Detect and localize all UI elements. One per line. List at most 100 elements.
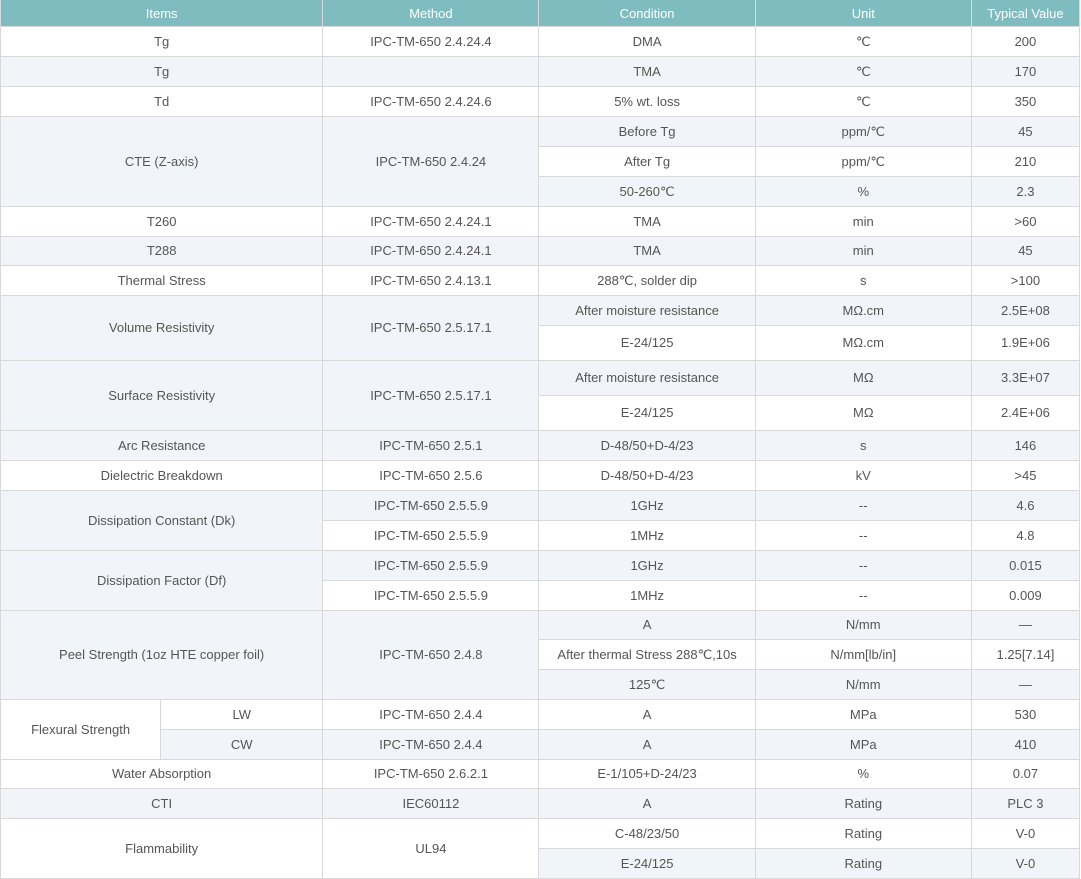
unit-cell: Rating: [754, 848, 972, 879]
unit-cell: --: [754, 580, 972, 611]
method-cell: IPC-TM-650 2.4.24.1: [322, 206, 540, 237]
item-cell: Dissipation Factor (Df): [0, 550, 324, 611]
table-row: Volume Resistivity IPC-TM-650 2.5.17.1 A…: [0, 295, 1081, 361]
unit-cell: N/mm: [754, 610, 972, 640]
unit-cell: ℃: [754, 56, 972, 87]
item-cell: Surface Resistivity: [0, 360, 324, 431]
table-row: T288 IPC-TM-650 2.4.24.1 TMA min 45: [0, 236, 1081, 266]
condition-cell: 5% wt. loss: [538, 86, 756, 117]
unit-cell: kV: [754, 460, 972, 491]
condition-cell: After thermal Stress 288℃,10s: [538, 639, 756, 670]
header-items: Items: [0, 0, 324, 27]
value-cell: 210: [970, 146, 1081, 177]
value-cell: 146: [970, 430, 1081, 461]
method-cell: IPC-TM-650 2.5.1: [322, 430, 540, 461]
value-cell: —: [970, 669, 1081, 700]
value-cell: 2.5E+08: [970, 295, 1081, 326]
value-cell: V-0: [970, 818, 1081, 849]
condition-cell: TMA: [538, 206, 756, 237]
unit-cell: Rating: [754, 818, 972, 849]
condition-cell: Before Tg: [538, 116, 756, 147]
item-cell: Dissipation Constant (Dk): [0, 490, 324, 551]
item-cell: Thermal Stress: [0, 265, 324, 296]
unit-cell: %: [754, 759, 972, 789]
condition-cell: 1GHz: [538, 550, 756, 581]
header-typical-value: Typical Value: [970, 0, 1081, 27]
method-cell: IPC-TM-650 2.5.5.9: [322, 580, 540, 611]
table-row: Tg IPC-TM-650 2.4.24.4 DMA ℃ 200: [0, 26, 1081, 57]
method-cell: IPC-TM-650 2.4.24.1: [322, 236, 540, 266]
table-row: Peel Strength (1oz HTE copper foil) IPC-…: [0, 610, 1081, 700]
unit-cell: min: [754, 236, 972, 266]
method-cell: IPC-TM-650 2.5.17.1: [322, 360, 540, 431]
method-cell: IPC-TM-650 2.5.5.9: [322, 550, 540, 581]
direction-cell: CW: [160, 729, 324, 760]
table-row: Arc Resistance IPC-TM-650 2.5.1 D-48/50+…: [0, 430, 1081, 461]
item-cell: Tg: [0, 56, 324, 87]
header-unit: Unit: [754, 0, 972, 27]
unit-cell: s: [754, 430, 972, 461]
item-cell: T260: [0, 206, 324, 237]
method-cell: IPC-TM-650 2.5.17.1: [322, 295, 540, 361]
table-row: CW IPC-TM-650 2.4.4 A MPa 410: [1, 729, 1081, 760]
value-cell: 1.25[7.14]: [970, 639, 1081, 670]
value-cell: 45: [970, 236, 1081, 266]
table-row: Flammability UL94 C-48/23/50 Rating V-0: [0, 818, 1081, 879]
method-cell: IPC-TM-650 2.4.8: [322, 610, 540, 700]
condition-cell: 50-260℃: [538, 176, 756, 207]
condition-cell: A: [538, 610, 756, 640]
value-cell: >60: [970, 206, 1081, 237]
table-row: CTE (Z-axis) IPC-TM-650 2.4.24 Before Tg…: [0, 116, 1081, 207]
properties-table: Items Method Condition Unit Typical Valu…: [0, 0, 1081, 879]
table-row: CTI IEC60112 A Rating PLC 3: [0, 788, 1081, 819]
unit-cell: min: [754, 206, 972, 237]
item-cell: T288: [0, 236, 324, 266]
method-cell: IPC-TM-650 2.4.13.1: [322, 265, 540, 296]
item-cell: Water Absorption: [0, 759, 324, 789]
table-row: Dissipation Factor (Df) IPC-TM-650 2.5.5…: [0, 550, 1081, 611]
unit-cell: ℃: [754, 86, 972, 117]
condition-cell: 125℃: [538, 669, 756, 700]
value-cell: 0.015: [970, 550, 1081, 581]
value-cell: 0.009: [970, 580, 1081, 611]
table-row: T260 IPC-TM-650 2.4.24.1 TMA min >60: [0, 206, 1081, 237]
condition-cell: 288℃, solder dip: [538, 265, 756, 296]
header-condition: Condition: [538, 0, 756, 27]
item-cell: Peel Strength (1oz HTE copper foil): [0, 610, 324, 700]
unit-cell: MPa: [754, 729, 972, 760]
condition-cell: D-48/50+D-4/23: [538, 430, 756, 461]
unit-cell: ℃: [754, 26, 972, 57]
value-cell: 4.6: [970, 490, 1081, 521]
value-cell: 170: [970, 56, 1081, 87]
unit-cell: --: [754, 520, 972, 551]
condition-cell: A: [538, 699, 756, 730]
condition-cell: After Tg: [538, 146, 756, 177]
method-cell: IPC-TM-650 2.5.6: [322, 460, 540, 491]
item-cell: CTE (Z-axis): [0, 116, 324, 207]
method-cell: IPC-TM-650 2.6.2.1: [322, 759, 540, 789]
table-row: Dissipation Constant (Dk) IPC-TM-650 2.5…: [0, 490, 1081, 551]
condition-cell: After moisture resistance: [538, 295, 756, 326]
condition-cell: DMA: [538, 26, 756, 57]
unit-cell: ppm/℃: [754, 146, 972, 177]
value-cell: PLC 3: [970, 788, 1081, 819]
method-cell: IPC-TM-650 2.4.4: [322, 699, 540, 730]
unit-cell: s: [754, 265, 972, 296]
unit-cell: N/mm[lb/in]: [754, 639, 972, 670]
unit-cell: N/mm: [754, 669, 972, 700]
table-row: Flexural Strength LW IPC-TM-650 2.4.4 A …: [0, 699, 1081, 760]
method-cell: IEC60112: [322, 788, 540, 819]
item-cell: Td: [0, 86, 324, 117]
condition-cell: A: [538, 729, 756, 760]
item-cell: Dielectric Breakdown: [0, 460, 324, 491]
table-row: Thermal Stress IPC-TM-650 2.4.13.1 288℃,…: [0, 265, 1081, 296]
condition-cell: 1GHz: [538, 490, 756, 521]
condition-cell: TMA: [538, 56, 756, 87]
value-cell: 0.07: [970, 759, 1081, 789]
direction-cell: LW: [160, 699, 324, 730]
value-cell: 350: [970, 86, 1081, 117]
value-cell: >100: [970, 265, 1081, 296]
unit-cell: MPa: [754, 699, 972, 730]
item-cell: CTI: [0, 788, 324, 819]
method-cell: UL94: [322, 818, 540, 879]
